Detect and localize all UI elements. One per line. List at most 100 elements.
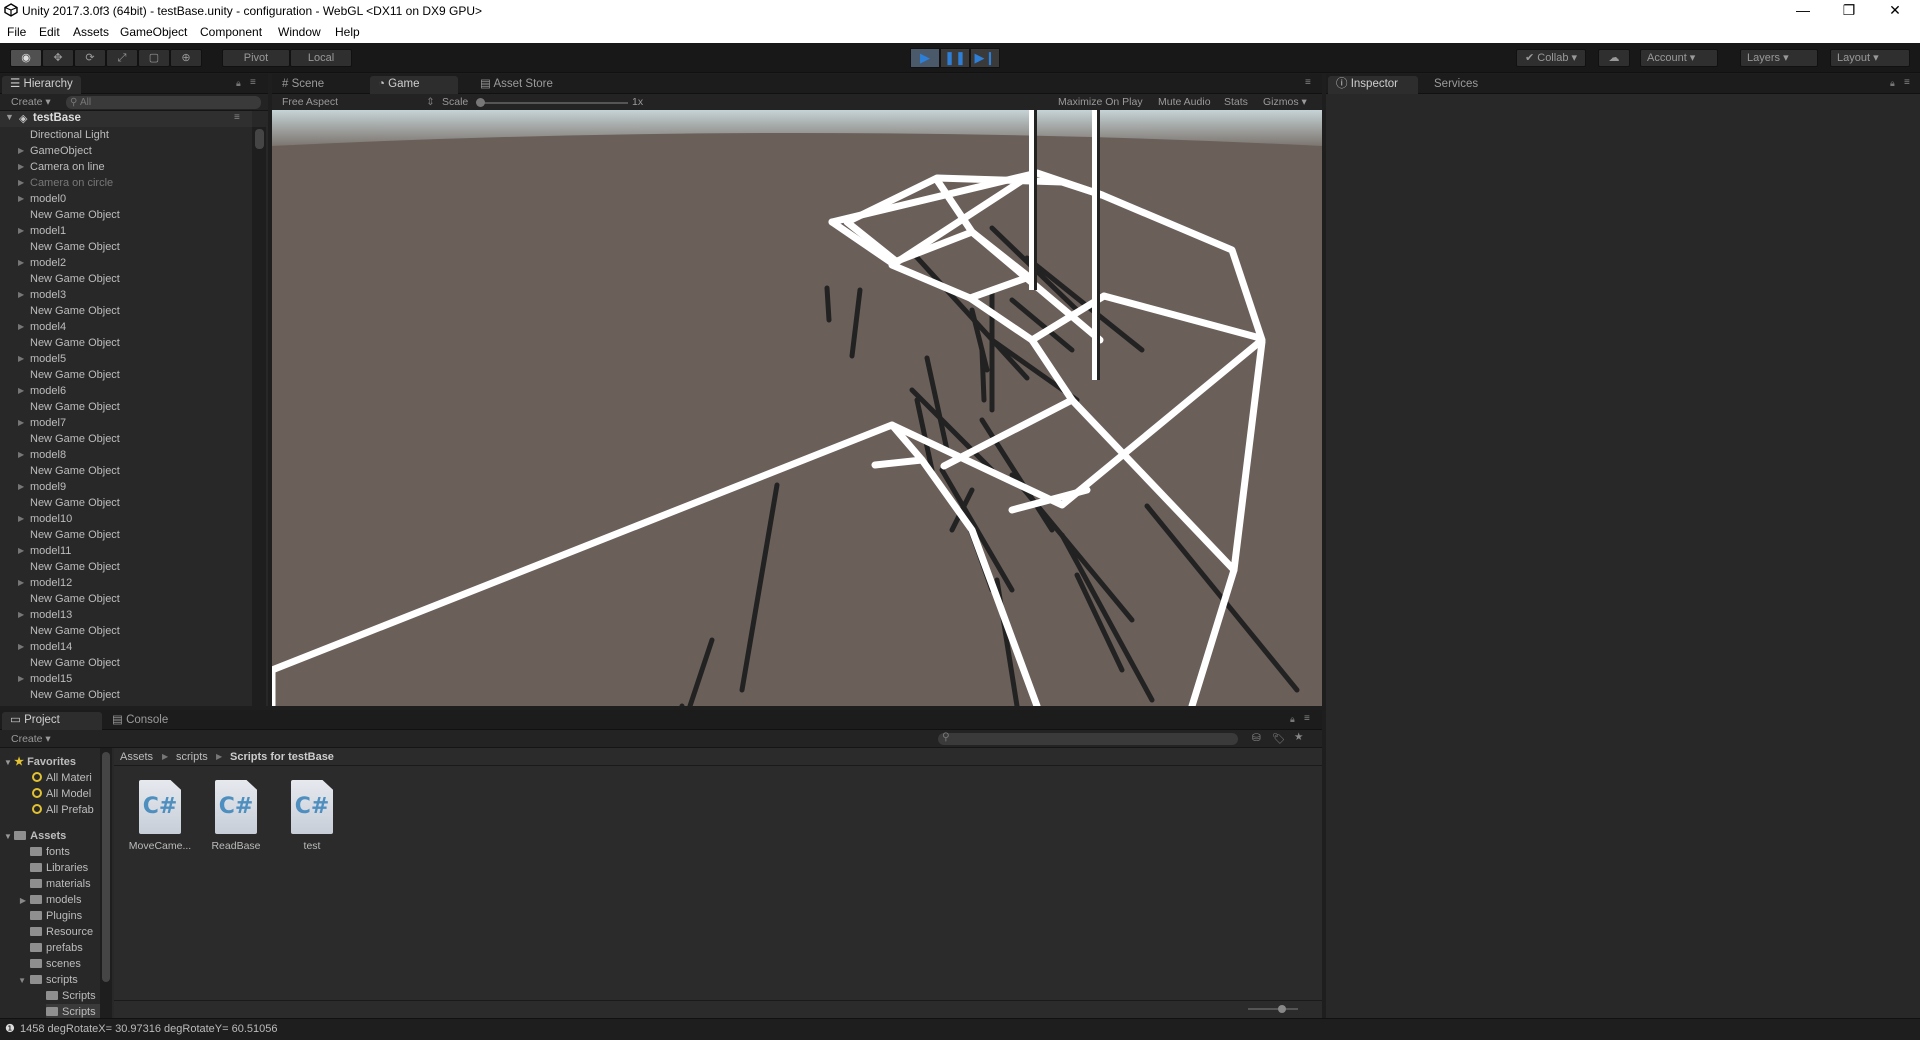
cloud-button[interactable]: ☁ [1598,49,1630,67]
expand-arrow-icon[interactable]: ▶ [18,143,24,159]
folder-item[interactable]: materials [4,876,91,892]
tab-hierarchy[interactable]: ☰ Hierarchy [2,76,81,94]
menu-file[interactable]: File [7,25,26,39]
asset-file[interactable]: C# MoveCame... [128,780,192,852]
assets-header[interactable]: ▼ Assets [4,828,66,844]
play-button[interactable]: ▶ [910,48,940,68]
expand-arrow-icon[interactable]: ▶ [18,415,24,431]
stats-toggle[interactable]: Stats [1224,96,1248,108]
expand-arrow-icon[interactable]: ▶ [18,447,24,463]
move-tool-button[interactable]: ✥ [42,49,74,67]
layers-dropdown[interactable]: Layers ▾ [1740,49,1818,67]
hierarchy-item[interactable]: ▶ model3 [0,287,252,303]
scale-slider[interactable] [476,98,628,107]
expand-arrow-icon[interactable]: ▶ [18,255,24,271]
scale-tool-button[interactable]: ⤢ [106,49,138,67]
favorite-item[interactable]: All Model [32,786,91,802]
expand-arrow-icon[interactable]: ▶ [18,159,24,175]
filter-label-icon[interactable]: 🏷︎ [1272,732,1285,745]
menu-assets[interactable]: Assets [73,25,109,39]
hierarchy-item[interactable]: ▶ model11 [0,543,252,559]
hierarchy-item[interactable]: New Game Object [0,623,252,639]
hierarchy-item[interactable]: New Game Object [0,207,252,223]
local-toggle[interactable]: Local [290,49,352,67]
menu-edit[interactable]: Edit [39,25,60,39]
tab-project[interactable]: ▭ Project [2,712,102,730]
pause-button[interactable]: ❚❚ [940,48,970,68]
favorite-item[interactable]: All Materi [32,770,92,786]
rect-tool-button[interactable]: ▢ [138,49,170,67]
hierarchy-item[interactable]: New Game Object [0,463,252,479]
expand-arrow-icon[interactable]: ▶ [18,319,24,335]
expand-arrow-icon[interactable]: ▶ [18,175,24,191]
scale-slider-handle[interactable] [476,98,485,107]
tab-scene[interactable]: # Scene [274,76,332,94]
expand-arrow-icon[interactable]: ▶ [18,191,24,207]
menu-window[interactable]: Window [278,25,321,39]
hierarchy-item[interactable]: New Game Object [0,271,252,287]
hierarchy-item[interactable]: ▶ model10 [0,511,252,527]
collab-dropdown[interactable]: ✔ Collab ▾ [1516,49,1586,67]
inspector-lock-icon[interactable]: 🔒︎ [1890,78,1895,89]
account-dropdown[interactable]: Account ▾ [1640,49,1718,67]
maximize-button[interactable]: ❐ [1826,0,1872,22]
expand-arrow-icon[interactable]: ▶ [18,543,24,559]
game-viewport[interactable] [272,110,1322,706]
hierarchy-item[interactable]: New Game Object [0,687,252,703]
folder-item[interactable]: Plugins [4,908,82,924]
breadcrumb-scripts[interactable]: scripts [176,748,208,766]
expand-arrow-icon[interactable]: ▼ [5,112,14,122]
project-search-input[interactable]: ⚲ [938,731,1238,745]
hierarchy-create-button[interactable]: Create ▾ [11,96,51,108]
expand-arrow-icon[interactable]: ▶ [18,639,24,655]
project-tree-scroll-thumb[interactable] [102,752,110,982]
scene-header-row[interactable]: ▼ ◈ testBase ≡ [0,111,252,127]
folder-item[interactable]: ▼ scripts [4,972,78,988]
hierarchy-item[interactable]: Directional Light [0,127,252,143]
minimize-button[interactable]: — [1780,0,1826,22]
hierarchy-item[interactable]: ▶ Camera on circle [0,175,252,191]
tab-game[interactable]: ◔ Game [370,76,458,94]
favorites-header[interactable]: ▼ ★ Favorites [4,754,76,770]
expand-arrow-icon[interactable]: ▶ [18,671,24,687]
hierarchy-item[interactable]: New Game Object [0,655,252,671]
close-button[interactable]: ✕ [1872,0,1918,22]
project-menu-icon[interactable]: ≡ [1304,713,1310,724]
asset-file[interactable]: C# ReadBase [204,780,268,852]
tab-services[interactable]: Services [1426,76,1486,94]
rotate-tool-button[interactable]: ⟳ [74,49,106,67]
status-bar[interactable]: ❶ 1458 degRotateX= 30.97316 degRotateY= … [0,1018,1920,1040]
expand-arrow-icon[interactable]: ▶ [18,351,24,367]
expand-arrow-icon[interactable]: ▶ [18,511,24,527]
tab-asset-store[interactable]: ▤ Asset Store [472,76,561,94]
hierarchy-item[interactable]: New Game Object [0,527,252,543]
expand-arrow-icon[interactable]: ▶ [18,479,24,495]
step-button[interactable]: ▶❙ [970,48,1000,68]
scene-menu-icon[interactable]: ≡ [234,112,240,123]
view-tool-button[interactable]: ◉ [10,49,42,67]
hierarchy-item[interactable]: New Game Object [0,495,252,511]
expand-arrow-icon[interactable]: ▼ [4,973,30,989]
expand-arrow-icon[interactable]: ▶ [18,383,24,399]
expand-arrow-icon[interactable]: ▶ [18,607,24,623]
hierarchy-item[interactable]: New Game Object [0,431,252,447]
hierarchy-item[interactable]: New Game Object [0,591,252,607]
hierarchy-item[interactable]: New Game Object [0,399,252,415]
folder-item[interactable]: scenes [4,956,81,972]
hierarchy-item[interactable]: ▶ model6 [0,383,252,399]
folder-item[interactable]: fonts [4,844,70,860]
hierarchy-search-input[interactable]: ⚲ All [66,96,261,109]
hierarchy-item[interactable]: ▶ model4 [0,319,252,335]
menu-component[interactable]: Component [200,25,262,39]
breadcrumb-assets[interactable]: Assets [120,748,153,766]
favorite-star-icon[interactable]: ★ [1294,731,1303,743]
expand-arrow-icon[interactable]: ▶ [4,893,30,909]
hierarchy-item[interactable]: New Game Object [0,335,252,351]
icon-size-slider[interactable] [1248,1005,1298,1013]
hierarchy-item[interactable]: ▶ model5 [0,351,252,367]
folder-item[interactable]: ▶ models [4,892,82,909]
mute-audio-toggle[interactable]: Mute Audio [1158,96,1211,108]
icon-size-slider-handle[interactable] [1278,1005,1286,1013]
menu-gameobject[interactable]: GameObject [120,25,187,39]
hierarchy-item[interactable]: ▶ model13 [0,607,252,623]
